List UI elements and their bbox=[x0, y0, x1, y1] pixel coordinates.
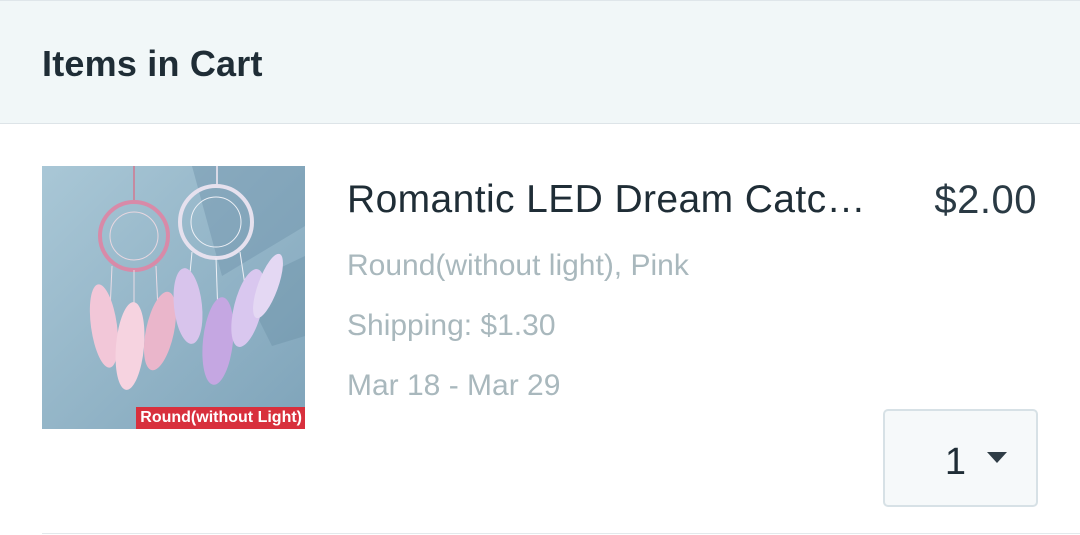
product-thumbnail[interactable]: Round(without Light) bbox=[42, 166, 305, 429]
caret-down-icon bbox=[987, 452, 1007, 463]
image-caption: Round(without Light) bbox=[136, 407, 305, 429]
delivery-estimate: Mar 18 - Mar 29 bbox=[347, 369, 561, 402]
item-divider bbox=[42, 533, 1080, 534]
quantity-select[interactable]: 1 bbox=[883, 409, 1038, 507]
quantity-value: 1 bbox=[944, 441, 966, 483]
cart-header: Items in Cart bbox=[0, 0, 1080, 124]
dream-catcher-image bbox=[42, 166, 305, 429]
product-variant: Round(without light), Pink bbox=[347, 249, 689, 282]
product-price: $2.00 bbox=[934, 178, 1037, 222]
product-title[interactable]: Romantic LED Dream Catcher bbox=[347, 178, 867, 222]
page-title: Items in Cart bbox=[42, 43, 263, 84]
shipping-cost: Shipping: $1.30 bbox=[347, 309, 556, 342]
